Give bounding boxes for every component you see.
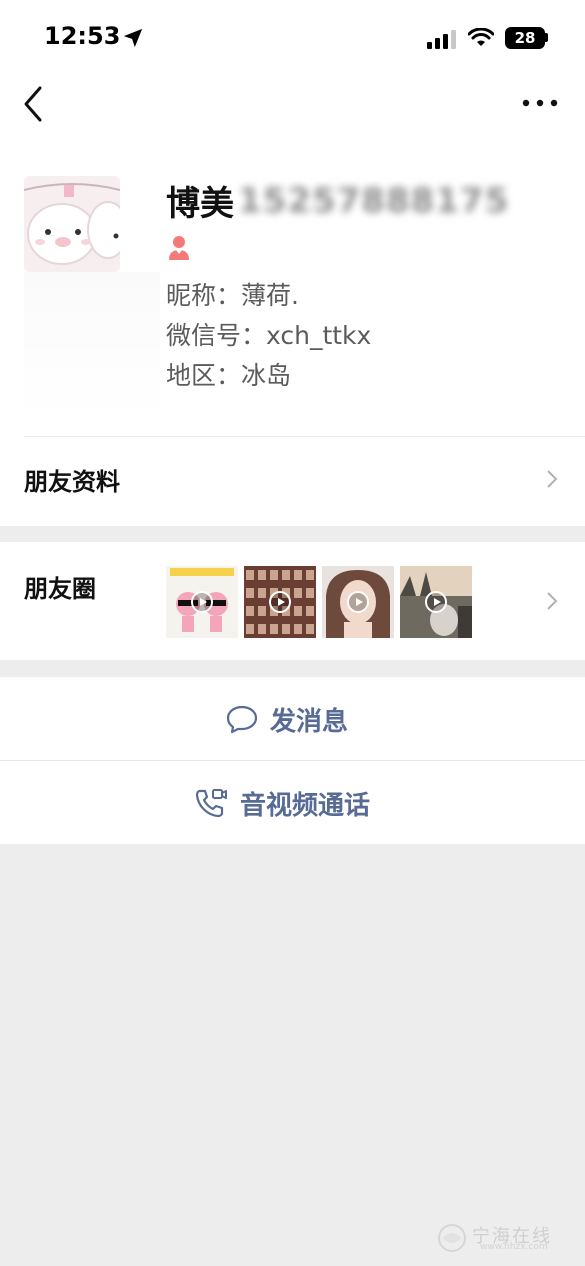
avatar-image (24, 176, 120, 272)
battery-icon: 28 (505, 27, 545, 49)
send-message-button[interactable]: 发消息 (0, 677, 585, 760)
chat-bubble-icon (226, 705, 258, 734)
region-line: 地区：冰岛 (166, 361, 292, 390)
chevron-right-icon (547, 592, 558, 610)
moments-thumb (322, 566, 394, 638)
watermark: 宁海在线 www.nhzx.com (436, 1220, 576, 1256)
watermark-url: www.nhzx.com (480, 1242, 548, 1252)
battery-tip (545, 33, 548, 42)
name-row: 博美 15257888175 (166, 176, 510, 225)
avatar-shadow (24, 272, 160, 418)
video-call-label: 音视频通话 (240, 791, 371, 821)
moments-label: 朋友圈 (24, 575, 96, 603)
video-call-button[interactable]: 音视频通话 (0, 761, 585, 844)
play-icon (191, 591, 213, 613)
wechat-id-line: 微信号：xch_ttkx (166, 321, 372, 350)
more-options-button[interactable] (518, 88, 562, 118)
moments-thumb (400, 566, 472, 638)
blurred-phone: 15257888175 (238, 180, 510, 221)
send-message-label: 发消息 (270, 707, 349, 737)
avatar[interactable] (24, 176, 120, 272)
chevron-right-icon (547, 470, 558, 488)
nickname-line: 昵称：薄荷. (166, 281, 299, 310)
play-icon (347, 591, 369, 613)
contact-name: 博美 (166, 184, 234, 224)
play-icon (425, 591, 447, 613)
moments-thumb (166, 566, 238, 638)
watermark-logo-icon (438, 1224, 466, 1252)
friend-info-row[interactable]: 朋友资料 (0, 437, 585, 526)
friend-info-label: 朋友资料 (24, 468, 120, 496)
status-time: 12:53 (44, 22, 121, 50)
phone-video-icon (195, 789, 227, 818)
signal-icon (427, 30, 456, 49)
location-arrow-icon (123, 28, 143, 48)
moments-row[interactable]: 朋友圈 (0, 542, 585, 660)
wifi-icon (468, 28, 494, 46)
female-user-icon (169, 236, 189, 260)
play-icon (269, 591, 291, 613)
back-button[interactable] (18, 84, 54, 124)
moments-thumb (244, 566, 316, 638)
